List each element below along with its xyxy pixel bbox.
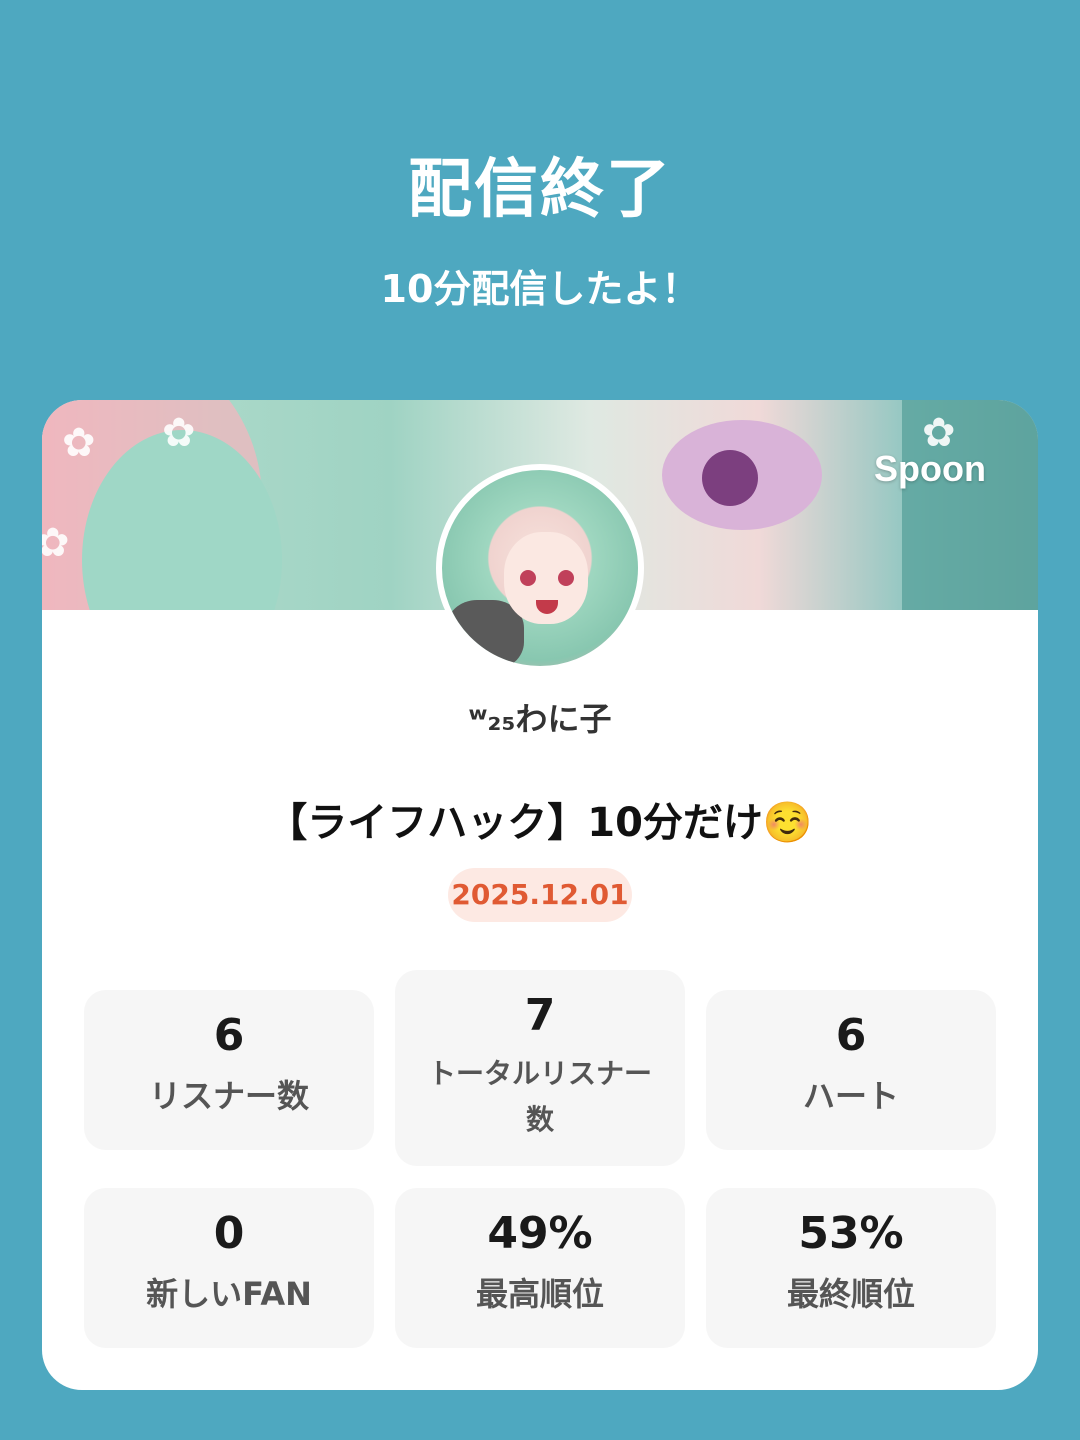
stat-hearts: 6 ハート	[706, 990, 996, 1150]
stat-label: ハート	[802, 1077, 899, 1115]
avatar-eye	[558, 570, 574, 586]
username: ʷ₂₅わに子	[468, 700, 612, 738]
stat-final-rank: 53% 最終順位	[706, 1188, 996, 1348]
avatar	[436, 464, 644, 672]
avatar-eye	[520, 570, 536, 586]
stat-label: 最高順位	[475, 1275, 604, 1313]
page-title: 配信終了	[408, 153, 672, 227]
stat-label: 新しいFAN	[146, 1275, 312, 1313]
stat-highest-rank: 49% 最高順位	[395, 1188, 685, 1348]
date-badge: 2025.12.01	[448, 868, 632, 922]
stat-value: 7	[524, 990, 556, 1041]
stat-new-fans: 0 新しいFAN	[84, 1188, 374, 1348]
stat-value: 49%	[487, 1208, 593, 1259]
stat-total-listeners: 7 トータルリスナー数	[395, 970, 685, 1166]
stat-value: 0	[213, 1208, 245, 1259]
stat-label: リスナー数	[148, 1077, 309, 1115]
broadcast-summary-screen: 配信終了 10分配信したよ！ ✿ ✿ ✿ ✿ Spoon ʷ₂₅わに子 【ライフ…	[0, 0, 1080, 1440]
stat-value: 6	[213, 1010, 245, 1061]
page-subtitle: 10分配信したよ！	[380, 267, 700, 311]
live-title: 【ライフハック】10分だけ☺️	[267, 800, 813, 846]
stat-label: トータルリスナー数	[427, 1057, 652, 1136]
stat-value: 6	[835, 1010, 867, 1061]
stat-value: 53%	[798, 1208, 904, 1259]
banner-decoration	[702, 450, 758, 506]
stat-label: 最終順位	[786, 1275, 915, 1313]
spoon-logo: Spoon	[874, 448, 986, 489]
summary-card: ✿ ✿ ✿ ✿ Spoon ʷ₂₅わに子 【ライフハック】10分だけ☺️ 202…	[42, 400, 1038, 1390]
stat-listeners: 6 リスナー数	[84, 990, 374, 1150]
flower-icon: ✿	[162, 410, 196, 456]
crocodile-plush	[446, 600, 524, 666]
flower-icon: ✿	[62, 420, 96, 466]
flower-icon: ✿	[42, 520, 70, 566]
